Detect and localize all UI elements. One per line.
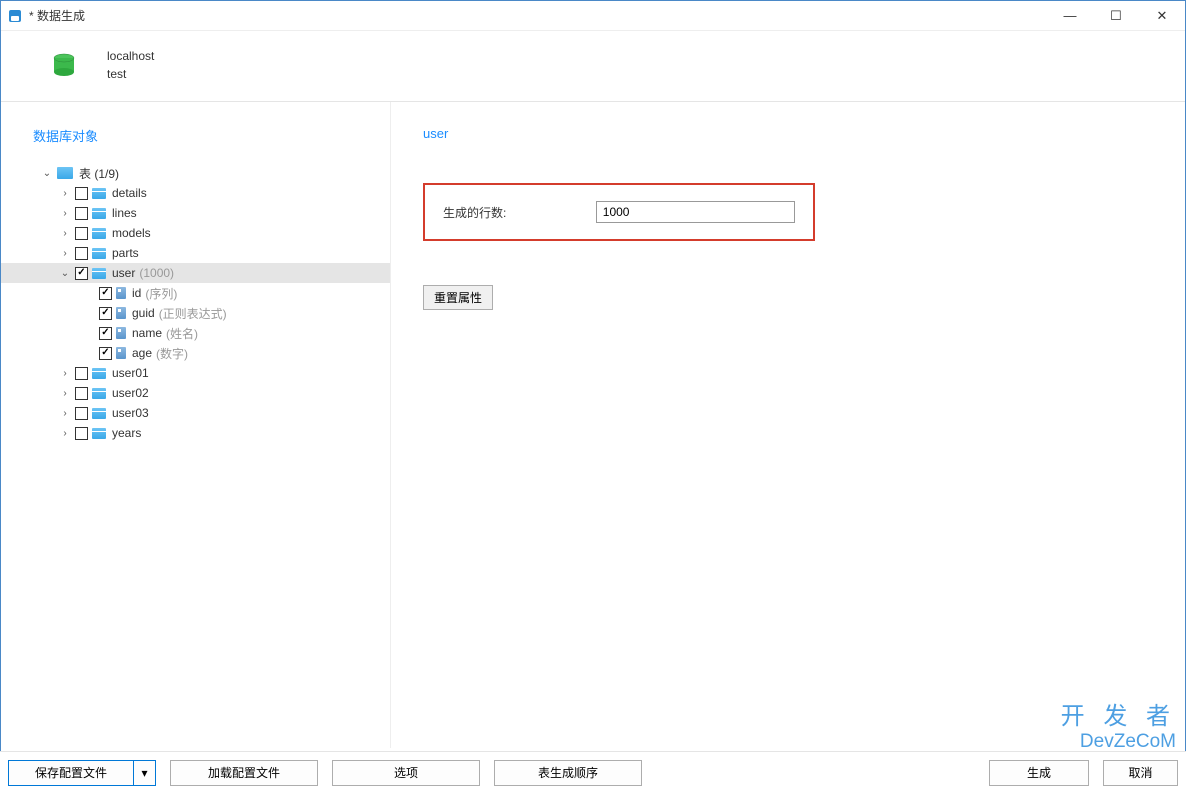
chevron-icon[interactable]: ›	[59, 208, 71, 219]
tree-item-label: details	[112, 186, 147, 200]
object-tree: ⌄ 表 (1/9) › details › lines › models › parts ⌄ user…	[1, 163, 390, 443]
table-icon	[92, 408, 106, 419]
tree-item-suffix: (正则表达式)	[159, 305, 227, 322]
chevron-icon[interactable]: ›	[59, 408, 71, 419]
table-icon	[92, 188, 106, 199]
rows-label: 生成的行数:	[443, 204, 596, 221]
tree-item-suffix: (序列)	[145, 285, 177, 302]
checkbox[interactable]	[99, 327, 112, 340]
table-icon	[92, 228, 106, 239]
titlebar: * 数据生成 — ☐ ✕	[1, 1, 1185, 31]
checkbox[interactable]	[75, 267, 88, 280]
tree-item-label: id	[132, 286, 141, 300]
tree-item-suffix: (姓名)	[166, 325, 198, 342]
table-order-button[interactable]: 表生成顺序	[494, 760, 642, 786]
content-title: user	[423, 126, 1185, 141]
tree-item-label: user02	[112, 386, 149, 400]
tree-root-tables[interactable]: ⌄ 表 (1/9)	[1, 163, 390, 183]
tree-table-user03[interactable]: › user03	[1, 403, 390, 423]
window-title: * 数据生成	[29, 7, 1047, 24]
chevron-icon[interactable]: ›	[59, 228, 71, 239]
cancel-button[interactable]: 取消	[1103, 760, 1178, 786]
app-icon	[7, 8, 23, 24]
tree-item-label: 表 (1/9)	[79, 165, 119, 182]
column-icon	[116, 307, 126, 319]
chevron-icon[interactable]: ›	[59, 188, 71, 199]
connection-header: localhost test	[1, 31, 1185, 102]
footer-toolbar: 保存配置文件 ▾ 加载配置文件 选项 表生成顺序 生成 取消	[0, 751, 1186, 793]
table-icon	[92, 368, 106, 379]
chevron-icon[interactable]: ›	[59, 248, 71, 259]
tree-column-guid[interactable]: guid (正则表达式)	[1, 303, 390, 323]
checkbox[interactable]	[75, 387, 88, 400]
load-profile-button[interactable]: 加载配置文件	[170, 760, 318, 786]
table-icon	[92, 248, 106, 259]
checkbox[interactable]	[75, 187, 88, 200]
tree-item-label: guid	[132, 306, 155, 320]
content-panel: user 生成的行数: 重置属性	[391, 102, 1185, 748]
save-profile-button[interactable]: 保存配置文件 ▾	[8, 760, 156, 786]
reset-button[interactable]: 重置属性	[423, 285, 493, 310]
tree-column-age[interactable]: age (数字)	[1, 343, 390, 363]
options-button[interactable]: 选项	[332, 760, 480, 786]
checkbox[interactable]	[99, 307, 112, 320]
chevron-icon[interactable]: ›	[59, 388, 71, 399]
rows-input[interactable]	[596, 201, 795, 223]
checkbox[interactable]	[75, 407, 88, 420]
table-icon	[92, 268, 106, 279]
tree-item-label: user	[112, 266, 135, 280]
maximize-button[interactable]: ☐	[1093, 1, 1139, 31]
chevron-icon[interactable]: ⌄	[59, 268, 71, 279]
minimize-button[interactable]: —	[1047, 1, 1093, 31]
chevron-icon[interactable]: ›	[59, 368, 71, 379]
close-button[interactable]: ✕	[1139, 1, 1185, 31]
connection-host: localhost	[107, 47, 154, 65]
checkbox[interactable]	[75, 427, 88, 440]
connection-database: test	[107, 65, 154, 83]
save-dropdown-icon[interactable]: ▾	[133, 761, 155, 785]
tree-item-label: user03	[112, 406, 149, 420]
column-icon	[116, 347, 126, 359]
tree-column-id[interactable]: id (序列)	[1, 283, 390, 303]
checkbox[interactable]	[99, 287, 112, 300]
tree-item-suffix: (数字)	[156, 345, 188, 362]
generate-button[interactable]: 生成	[989, 760, 1089, 786]
checkbox[interactable]	[99, 347, 112, 360]
rows-highlight-box: 生成的行数:	[423, 183, 815, 241]
tree-item-label: user01	[112, 366, 149, 380]
tree-item-label: parts	[112, 246, 139, 260]
tree-item-label: models	[112, 226, 151, 240]
tree-item-label: name	[132, 326, 162, 340]
tree-column-name[interactable]: name (姓名)	[1, 323, 390, 343]
tree-item-label: lines	[112, 206, 137, 220]
checkbox[interactable]	[75, 247, 88, 260]
column-icon	[116, 287, 126, 299]
watermark: 开 发 者 DevZeCoM	[1061, 696, 1176, 753]
table-icon	[92, 208, 106, 219]
checkbox[interactable]	[75, 207, 88, 220]
tree-item-suffix: (1000)	[139, 266, 174, 280]
table-icon	[92, 428, 106, 439]
chevron-icon[interactable]: ›	[59, 428, 71, 439]
tree-table-user[interactable]: ⌄ user (1000)	[1, 263, 390, 283]
tree-item-label: years	[112, 426, 141, 440]
database-icon	[49, 50, 79, 80]
sidebar: 数据库对象 ⌄ 表 (1/9) › details › lines › models › part…	[1, 102, 391, 748]
table-icon	[92, 388, 106, 399]
tree-table-details[interactable]: › details	[1, 183, 390, 203]
tree-table-years[interactable]: › years	[1, 423, 390, 443]
checkbox[interactable]	[75, 227, 88, 240]
checkbox[interactable]	[75, 367, 88, 380]
tree-table-lines[interactable]: › lines	[1, 203, 390, 223]
table-icon	[57, 167, 73, 179]
column-icon	[116, 327, 126, 339]
tree-table-user01[interactable]: › user01	[1, 363, 390, 383]
tree-table-parts[interactable]: › parts	[1, 243, 390, 263]
sidebar-heading: 数据库对象	[1, 126, 390, 163]
tree-table-models[interactable]: › models	[1, 223, 390, 243]
tree-item-label: age	[132, 346, 152, 360]
tree-table-user02[interactable]: › user02	[1, 383, 390, 403]
chevron-icon[interactable]: ⌄	[41, 168, 53, 179]
